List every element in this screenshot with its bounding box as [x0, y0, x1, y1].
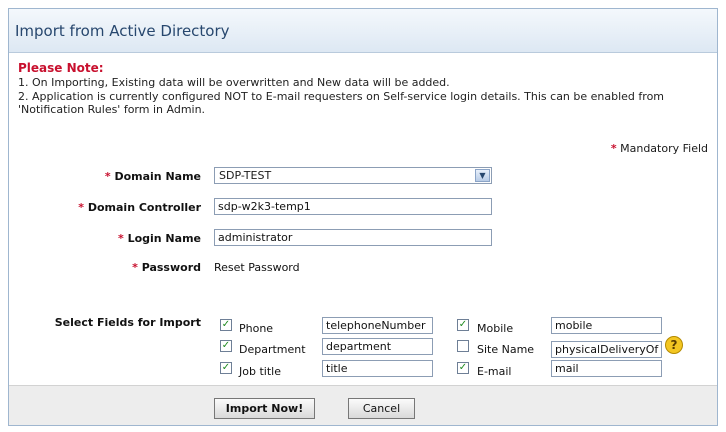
required-star: *	[132, 261, 138, 274]
job-title-label: Job title	[239, 365, 281, 378]
department-checkbox[interactable]: ✓	[220, 340, 232, 352]
phone-attribute-input[interactable]: telephoneNumber	[322, 317, 433, 334]
required-star: *	[104, 170, 111, 183]
domain-name-label: * Domain Name	[11, 170, 201, 183]
password-label-text: Password	[141, 261, 201, 274]
domain-name-value: SDP-TEST	[219, 169, 272, 182]
dialog-title: Import from Active Directory	[15, 22, 230, 40]
site-name-attribute-input[interactable]: physicalDeliveryOf	[551, 341, 662, 358]
login-name-label-text: Login Name	[127, 232, 201, 245]
chevron-down-icon[interactable]: ▼	[475, 169, 490, 182]
job-title-attribute-input[interactable]: title	[322, 360, 433, 377]
email-checkbox[interactable]: ✓	[457, 362, 469, 374]
mandatory-field-text: Mandatory Field	[620, 142, 708, 155]
reset-password-link[interactable]: Reset Password	[214, 261, 300, 274]
site-name-checkbox[interactable]	[457, 340, 469, 352]
mobile-label: Mobile	[477, 322, 514, 335]
email-attribute-input[interactable]: mail	[551, 360, 662, 377]
mobile-attribute-input[interactable]: mobile	[551, 317, 662, 334]
dialog-header: Import from Active Directory	[9, 9, 717, 53]
import-now-button[interactable]: Import Now!	[214, 398, 315, 419]
mandatory-field-note: * Mandatory Field	[611, 142, 708, 155]
phone-label: Phone	[239, 322, 274, 335]
cancel-button[interactable]: Cancel	[348, 398, 415, 419]
help-icon[interactable]: ?	[665, 336, 683, 354]
department-label: Department	[239, 343, 306, 356]
required-star: *	[610, 142, 617, 155]
note-heading: Please Note:	[18, 61, 104, 75]
note-line-3: 'Notification Rules' form in Admin.	[18, 103, 206, 116]
import-dialog: Import from Active Directory Please Note…	[8, 8, 718, 426]
note-line-2: 2. Application is currently configured N…	[18, 90, 665, 103]
phone-checkbox[interactable]: ✓	[220, 319, 232, 331]
domain-controller-input[interactable]: sdp-w2k3-temp1	[214, 198, 492, 215]
domain-name-label-text: Domain Name	[114, 170, 201, 183]
domain-name-select[interactable]: SDP-TEST ▼	[214, 167, 492, 184]
password-label: * Password	[11, 261, 201, 274]
note-line-1: 1. On Importing, Existing data will be o…	[18, 76, 450, 89]
domain-controller-label: * Domain Controller	[11, 201, 201, 214]
select-fields-label: Select Fields for Import	[54, 316, 201, 329]
mobile-checkbox[interactable]: ✓	[457, 319, 469, 331]
dialog-footer: Import Now! Cancel	[9, 385, 717, 425]
login-name-input[interactable]: administrator	[214, 229, 492, 246]
login-name-label: * Login Name	[11, 232, 201, 245]
domain-controller-label-text: Domain Controller	[87, 201, 201, 214]
required-star: *	[117, 232, 124, 245]
site-name-label: Site Name	[477, 343, 535, 356]
department-attribute-input[interactable]: department	[322, 338, 433, 355]
required-star: *	[78, 201, 85, 214]
job-title-checkbox[interactable]: ✓	[220, 362, 232, 374]
email-label: E-mail	[477, 365, 512, 378]
